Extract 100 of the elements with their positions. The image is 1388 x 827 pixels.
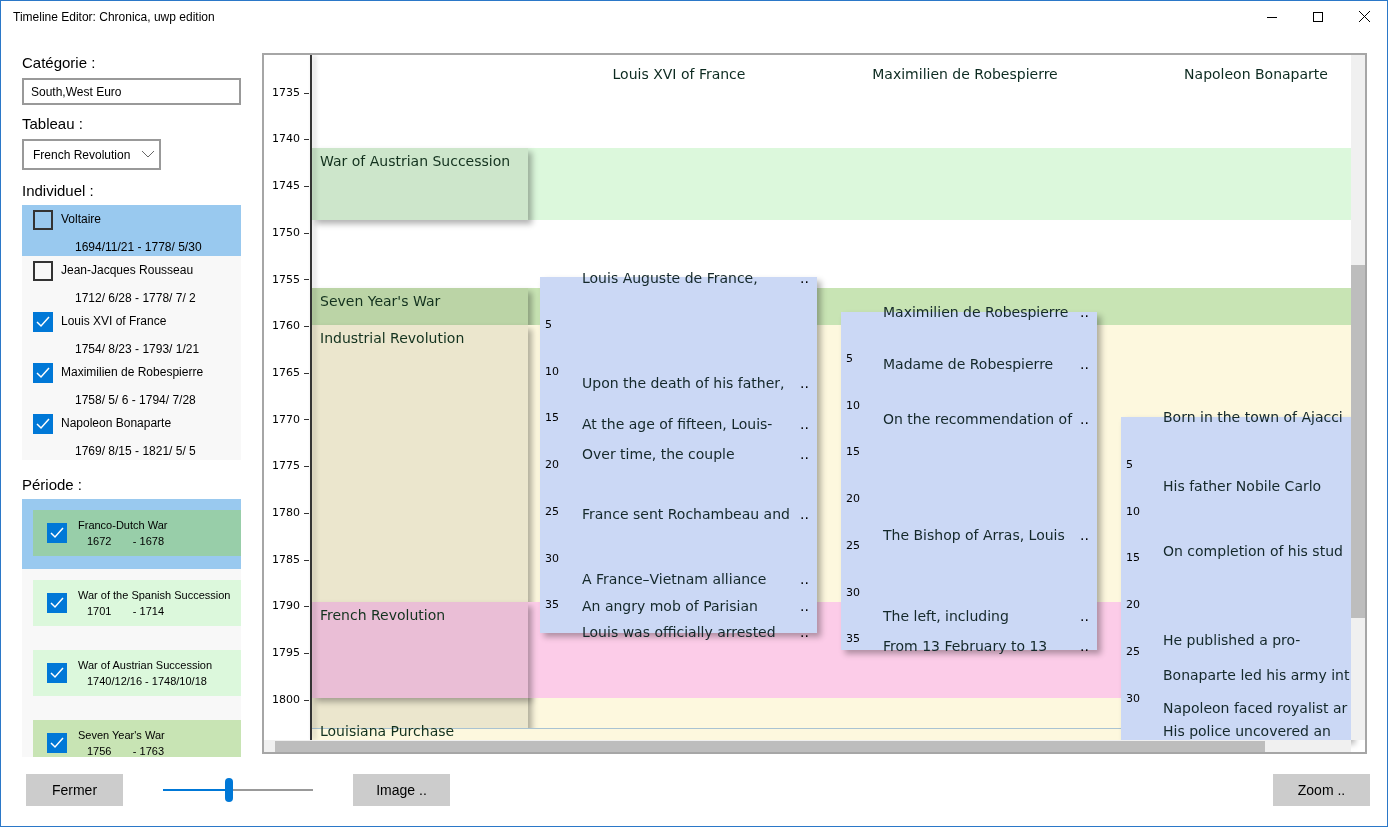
axis-label: 1795: [272, 645, 300, 662]
line-number: 30: [846, 584, 860, 601]
checkbox[interactable]: [33, 312, 53, 332]
list-item[interactable]: Maximilien de Robespierre 1758/ 5/ 6 - 1794/ 7/28: [22, 358, 241, 409]
person-name: Napoleon Bonaparte: [61, 415, 173, 432]
person-dates: 1769/ 8/15 - 1821/ 5/ 5: [74, 443, 197, 460]
more-link[interactable]: ..: [800, 504, 809, 525]
more-link[interactable]: ..: [800, 622, 809, 643]
person-name: Louis XVI of France: [61, 313, 168, 330]
list-item[interactable]: Jean-Jacques Rousseau 1712/ 6/28 - 1778/ 7/ 2: [22, 256, 241, 307]
entry-text: On the recommendation of: [883, 410, 1073, 429]
entry-text: Bonaparte led his army int: [1163, 666, 1350, 685]
table-dropdown[interactable]: French Revolution: [22, 139, 161, 170]
entry-text: Louis was officially arrested: [582, 623, 776, 642]
period-dates: 1701 - 1714: [86, 604, 166, 619]
column-header: Maximilien de Robespierre: [872, 65, 1058, 84]
period-name: Franco-Dutch War: [78, 517, 168, 533]
entry-text: On completion of his stud: [1163, 542, 1343, 561]
scroll-thumb[interactable]: [1351, 265, 1365, 618]
period-dates: 1672 - 1678: [86, 534, 166, 549]
axis-label: 1780: [272, 505, 300, 522]
axis-label: 1740: [272, 131, 300, 148]
scroll-thumb[interactable]: [275, 741, 1265, 752]
checkbox[interactable]: [33, 261, 53, 281]
line-number: 35: [545, 597, 559, 614]
checkbox[interactable]: [47, 733, 67, 753]
checkbox[interactable]: [47, 663, 67, 683]
line-number: 20: [545, 457, 559, 474]
line-number: 10: [846, 397, 860, 414]
period-dates: 1740/12/16 - 1748/10/18: [86, 674, 208, 689]
category-field[interactable]: South,West Euro: [22, 78, 241, 105]
field-label: Catégorie :: [22, 54, 97, 72]
more-link[interactable]: ..: [1080, 636, 1089, 657]
band-label: Louisiana Purchase: [320, 722, 455, 741]
more-link[interactable]: ..: [1080, 354, 1089, 375]
image-button[interactable]: Image ..: [353, 774, 450, 807]
tick-mark: [304, 139, 309, 141]
checkbox[interactable]: [47, 523, 67, 543]
person-name: Voltaire: [61, 211, 103, 228]
close-button[interactable]: Fermer: [26, 774, 123, 807]
list-item[interactable]: Franco-Dutch War 1672 - 1678: [22, 499, 241, 569]
more-link[interactable]: ..: [800, 444, 809, 465]
axis-label: 1760: [272, 318, 300, 335]
tick-mark: [304, 372, 309, 374]
axis-label: 1770: [272, 411, 300, 428]
entry-text: France sent Rochambeau and: [582, 505, 790, 524]
tick-mark: [304, 512, 309, 514]
field-label: Tableau :: [22, 115, 84, 133]
horizontal-scrollbar[interactable]: [264, 740, 1351, 752]
list-item[interactable]: Seven Year's War 1756 - 1763: [22, 709, 241, 757]
line-number: 20: [1126, 597, 1140, 614]
tick-mark: [304, 559, 309, 561]
list-item[interactable]: Louis XVI of France 1754/ 8/23 - 1793/ 1/21: [22, 307, 241, 358]
entry-text: He published a pro-: [1163, 631, 1301, 650]
more-link[interactable]: ..: [800, 414, 809, 435]
maximize-icon: [1313, 11, 1323, 22]
tick-mark: [304, 185, 309, 187]
line-number: 10: [545, 363, 559, 380]
more-link[interactable]: ..: [1080, 606, 1089, 627]
more-link[interactable]: ..: [1080, 302, 1089, 323]
entry-text: Born in the town of Ajacci: [1163, 408, 1343, 427]
more-link[interactable]: ..: [800, 596, 809, 617]
vertical-scrollbar[interactable]: [1351, 55, 1365, 740]
list-item[interactable]: Napoleon Bonaparte 1769/ 8/15 - 1821/ 5/ 5: [22, 409, 241, 460]
entry-text: His police uncovered an: [1163, 722, 1331, 741]
line-number: 20: [846, 491, 860, 508]
more-link[interactable]: ..: [800, 569, 809, 590]
zoom-button[interactable]: Zoom ..: [1273, 774, 1370, 807]
tick-mark: [304, 279, 309, 281]
list-item[interactable]: War of Austrian Succession 1740/12/16 - 1748/10/18: [22, 639, 241, 709]
entry-text: Over time, the couple: [582, 445, 735, 464]
checkbox[interactable]: [47, 593, 67, 613]
line-number: 10: [1126, 503, 1140, 520]
entry-text: The Bishop of Arras, Louis: [883, 526, 1065, 545]
checkbox[interactable]: [33, 363, 53, 383]
person-dates: 1754/ 8/23 - 1793/ 1/21: [74, 341, 201, 358]
axis-label: 1800: [272, 691, 300, 708]
tick-mark: [304, 699, 309, 701]
entry-text: The left, including: [883, 607, 1009, 626]
more-link[interactable]: ..: [1080, 409, 1089, 430]
period-name: Seven Year's War: [78, 727, 165, 743]
line-number: 30: [545, 550, 559, 567]
axis-label: 1750: [272, 224, 300, 241]
axis-label: 1745: [272, 178, 300, 195]
person-dates: 1694/11/21 - 1778/ 5/30: [74, 239, 203, 256]
timeline-canvas[interactable]: [262, 53, 1367, 754]
entry-text: Upon the death of his father,: [582, 374, 785, 393]
slider-thumb[interactable]: [225, 778, 233, 803]
window-title: Timeline Editor: Chronica, uwp edition: [13, 8, 215, 26]
section-label: Période :: [22, 476, 84, 494]
entry-text: An angry mob of Parisian: [582, 597, 758, 616]
entry-text: A France–Vietnam alliance: [582, 570, 767, 589]
more-link[interactable]: ..: [1080, 525, 1089, 546]
checkbox[interactable]: [33, 210, 53, 230]
tick-mark: [304, 232, 309, 234]
list-item[interactable]: War of the Spanish Succession 1701 - 1714: [22, 569, 241, 639]
more-link[interactable]: ..: [800, 268, 809, 289]
checkbox[interactable]: [33, 414, 53, 434]
list-item[interactable]: Voltaire 1694/11/21 - 1778/ 5/30: [22, 205, 241, 256]
more-link[interactable]: ..: [800, 373, 809, 394]
